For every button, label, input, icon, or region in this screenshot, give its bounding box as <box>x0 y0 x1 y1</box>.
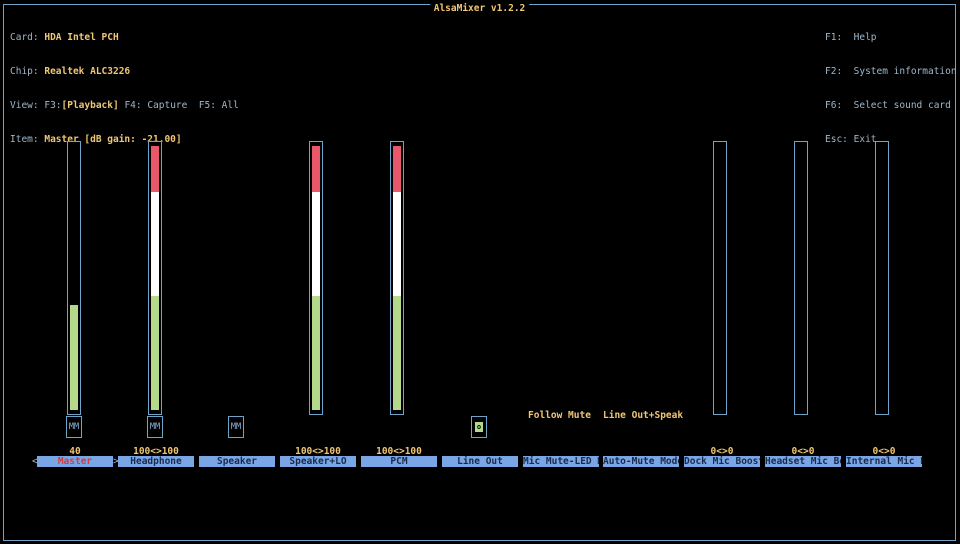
f6-text: Select sound card <box>853 100 951 112</box>
control-label-speaker-lo[interactable]: Speaker+LO <box>280 456 356 467</box>
speaker-mute-toggle[interactable]: MM <box>228 416 244 438</box>
f1-text: Help <box>853 31 877 43</box>
pcm-level-white <box>393 192 401 296</box>
master-mute-toggle[interactable]: MM <box>66 416 82 438</box>
pcm-fill <box>393 146 401 410</box>
speaker-lo-fill <box>312 146 320 410</box>
item-label: Item: <box>10 134 39 146</box>
control-label-line-out[interactable]: Line Out <box>442 456 518 467</box>
speaker-lo-level-white <box>312 192 320 296</box>
control-label-headset-mic-boost[interactable]: Headset Mic Bo <box>765 456 841 467</box>
esc-key: Esc: <box>825 134 848 146</box>
control-label-pcm[interactable]: PCM <box>361 456 437 467</box>
view-playback[interactable]: [Playback] <box>62 100 119 111</box>
help-f6[interactable]: F6: Select sound card <box>825 100 957 111</box>
info-panel: Card: HDA Intel PCH Chip: Realtek ALC322… <box>10 9 239 157</box>
help-esc[interactable]: Esc: Exit <box>825 134 957 145</box>
f1-key: F1: <box>825 31 843 43</box>
chip-value: Realtek ALC3226 <box>44 66 131 78</box>
master-volume-bar[interactable] <box>67 141 81 415</box>
chip-row: Chip: Realtek ALC3226 <box>10 66 239 77</box>
control-label-internal-mic-boost[interactable]: Internal Mic B <box>846 456 922 467</box>
headphone-level-green <box>151 296 159 410</box>
view-label: View: <box>10 100 39 112</box>
master-fill <box>70 146 78 410</box>
headphone-mute-toggle[interactable]: MM <box>147 416 163 438</box>
pcm-level-red <box>393 146 401 192</box>
card-row: Card: HDA Intel PCH <box>10 32 239 43</box>
f6-key: F6: <box>825 100 843 112</box>
help-f1[interactable]: F1: Help <box>825 32 957 43</box>
speaker-lo-level-green <box>312 296 320 410</box>
master-level <box>70 305 78 410</box>
internal-mic-boost-bar[interactable] <box>875 141 889 415</box>
help-panel: F1: Help F2: System information F6: Sele… <box>825 9 957 157</box>
headphone-volume-bar[interactable] <box>148 141 162 415</box>
view-row: View: F3:[Playback] F4: Capture F5: All <box>10 100 239 111</box>
card-value: HDA Intel PCH <box>44 31 119 43</box>
dock-mic-boost-bar[interactable] <box>713 141 727 415</box>
line-out-switch[interactable]: o <box>471 416 487 438</box>
control-label-mic-mute-led[interactable]: Mic Mute-LED M <box>523 456 599 467</box>
control-label-headphone[interactable]: Headphone <box>118 456 194 467</box>
line-out-switch-on-indicator: o <box>475 422 483 432</box>
help-f2[interactable]: F2: System information <box>825 66 957 77</box>
item-row: Item: Master [dB gain: -21.00] <box>10 134 239 145</box>
esc-text: Exit <box>853 134 877 146</box>
pcm-level-green <box>393 296 401 410</box>
speaker-lo-volume-bar[interactable] <box>309 141 323 415</box>
speaker-lo-level-red <box>312 146 320 192</box>
headphone-fill <box>151 146 159 410</box>
control-label-dock-mic-boost[interactable]: Dock Mic Boost <box>684 456 760 467</box>
view-other-modes[interactable]: F4: Capture F5: All <box>119 100 238 111</box>
card-label: Card: <box>10 31 39 43</box>
control-label-auto-mute-mode[interactable]: Auto-Mute Mode <box>603 456 679 467</box>
headset-mic-boost-bar[interactable] <box>794 141 808 415</box>
control-label-speaker[interactable]: Speaker <box>199 456 275 467</box>
window-title: AlsaMixer v1.2.2 <box>429 4 530 14</box>
headphone-level-white <box>151 192 159 296</box>
auto-mute-mode-value[interactable]: Line Out+Speak <box>603 410 683 421</box>
chip-label: Chip: <box>10 66 39 78</box>
headphone-level-red <box>151 146 159 192</box>
f2-text: System information <box>853 66 957 78</box>
f2-key: F2: <box>825 66 843 78</box>
mic-mute-led-value[interactable]: Follow Mute <box>528 410 591 421</box>
control-label-master[interactable]: Master <box>37 456 113 467</box>
pcm-volume-bar[interactable] <box>390 141 404 415</box>
view-f3-key[interactable]: F3: <box>44 100 61 111</box>
